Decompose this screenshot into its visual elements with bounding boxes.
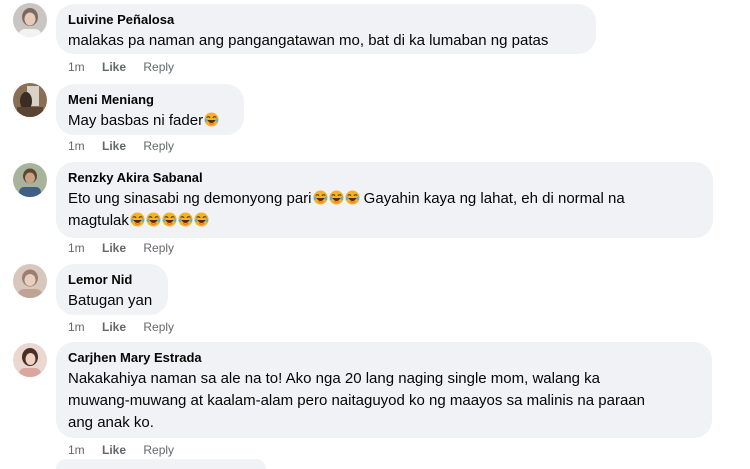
comment-author[interactable]: Lemor Nid bbox=[68, 271, 156, 288]
like-button[interactable]: Like bbox=[102, 59, 126, 75]
comment-bubble: Renzky Akira Sabanal Eto ung sinasabi ng… bbox=[56, 162, 713, 238]
laughing-emoji-icon bbox=[178, 212, 193, 227]
avatar[interactable] bbox=[13, 163, 47, 197]
next-comment-bubble bbox=[56, 459, 266, 469]
comment-text-span: May basbas ni fader bbox=[68, 112, 204, 129]
comment-text-span: ang anak ko. bbox=[68, 414, 154, 431]
comment-actions: 1m Like Reply bbox=[68, 319, 188, 335]
laughing-emoji-icon bbox=[130, 212, 145, 227]
like-button[interactable]: Like bbox=[102, 240, 126, 256]
avatar[interactable] bbox=[13, 264, 47, 298]
like-button[interactable]: Like bbox=[102, 442, 126, 458]
comment-time[interactable]: 1m bbox=[68, 319, 85, 335]
laughing-emoji-icon bbox=[194, 212, 209, 227]
laughing-emoji-icon bbox=[146, 212, 161, 227]
reply-button[interactable]: Reply bbox=[143, 138, 174, 154]
comment-text-span: muwang-muwang at kaalam-alam pero naitag… bbox=[68, 392, 645, 409]
comment-time[interactable]: 1m bbox=[68, 59, 85, 75]
comment-text: malakas pa naman ang pangangatawan mo, b… bbox=[68, 32, 549, 49]
reply-button[interactable]: Reply bbox=[143, 319, 174, 335]
comment-text-span: Nakakahiya naman sa ale na to! Ako nga 2… bbox=[68, 370, 601, 387]
comment-actions: 1m Like Reply bbox=[68, 442, 188, 458]
like-button[interactable]: Like bbox=[102, 319, 126, 335]
comment-text-span: Eto ung sinasabi ng demonyong pari bbox=[68, 190, 312, 207]
reply-button[interactable]: Reply bbox=[143, 240, 174, 256]
laughing-emoji-icon bbox=[345, 190, 360, 205]
comment-text: May basbas ni fader bbox=[68, 110, 232, 132]
comment-author[interactable]: Luivine Peñalosa bbox=[68, 11, 584, 28]
comment-actions: 1m Like Reply bbox=[68, 138, 188, 154]
comment-time[interactable]: 1m bbox=[68, 240, 85, 256]
comment-actions: 1m Like Reply bbox=[68, 240, 188, 256]
comment-author[interactable]: Carjhen Mary Estrada bbox=[68, 349, 700, 366]
reply-button[interactable]: Reply bbox=[143, 59, 174, 75]
comment-bubble: Lemor Nid Batugan yan bbox=[56, 264, 168, 315]
reply-button[interactable]: Reply bbox=[143, 442, 174, 458]
comment-actions: 1m Like Reply bbox=[68, 59, 188, 75]
comment-bubble: Carjhen Mary Estrada Nakakahiya naman sa… bbox=[56, 342, 712, 438]
laughing-emoji-icon bbox=[313, 190, 328, 205]
avatar[interactable] bbox=[13, 83, 47, 117]
laughing-emoji-icon bbox=[329, 190, 344, 205]
like-button[interactable]: Like bbox=[102, 138, 126, 154]
comment-bubble: Luivine Peñalosa malakas pa naman ang pa… bbox=[56, 4, 596, 54]
comment-text-span: magtulak bbox=[68, 212, 129, 229]
comment-time[interactable]: 1m bbox=[68, 442, 85, 458]
comment-text: Eto ung sinasabi ng demonyong pari Gayah… bbox=[68, 188, 701, 232]
laughing-emoji-icon bbox=[204, 112, 219, 127]
comment-text-span: Gayahin kaya ng lahat, eh di normal na bbox=[359, 190, 625, 207]
avatar[interactable] bbox=[13, 3, 47, 37]
comment-time[interactable]: 1m bbox=[68, 138, 85, 154]
comment-author[interactable]: Meni Meniang bbox=[68, 91, 232, 108]
laughing-emoji-icon bbox=[162, 212, 177, 227]
comment-author[interactable]: Renzky Akira Sabanal bbox=[68, 169, 701, 186]
comment-bubble: Meni Meniang May basbas ni fader bbox=[56, 84, 244, 135]
comment-text: Nakakahiya naman sa ale na to! Ako nga 2… bbox=[68, 368, 700, 434]
comment-text: Batugan yan bbox=[68, 292, 153, 309]
avatar[interactable] bbox=[13, 343, 47, 377]
